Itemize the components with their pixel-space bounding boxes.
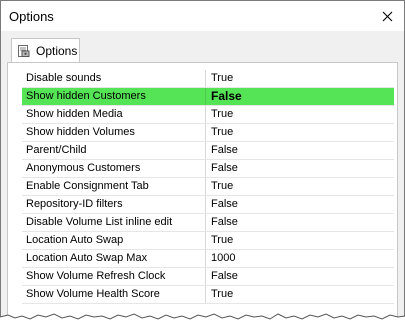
property-name: Show hidden Media [26, 108, 123, 120]
column-divider[interactable] [205, 232, 206, 249]
property-value[interactable]: False [211, 214, 238, 231]
property-value[interactable]: 1000 [211, 250, 235, 267]
column-divider[interactable] [205, 160, 206, 177]
property-value[interactable]: True [211, 70, 233, 87]
property-grid: Disable sounds True Show hidden Customers F… [22, 70, 394, 304]
column-divider[interactable] [205, 196, 206, 213]
property-value[interactable]: False [211, 196, 238, 213]
close-icon [382, 11, 392, 21]
property-name: Show Volume Health Score [26, 288, 160, 300]
property-value[interactable]: True [211, 124, 233, 141]
property-row[interactable]: Disable Volume List inline edit False [22, 214, 394, 232]
column-divider[interactable] [205, 88, 206, 105]
property-name: Repository-ID filters [26, 198, 123, 210]
column-divider[interactable] [205, 268, 206, 285]
property-row[interactable]: Disable sounds True [22, 70, 394, 88]
property-value[interactable]: True [211, 106, 233, 123]
property-row[interactable]: Show hidden Customers False [22, 88, 394, 106]
property-name: Disable sounds [26, 72, 102, 84]
property-name: Enable Consignment Tab [26, 180, 149, 192]
property-row[interactable]: Show Volume Refresh Clock False [22, 268, 394, 286]
dialog-body: Options Disable sounds True Show hidden Cu… [1, 31, 404, 324]
property-row[interactable]: Location Auto Swap Max 1000 [22, 250, 394, 268]
column-divider[interactable] [205, 70, 206, 87]
property-name: Parent/Child [26, 144, 87, 156]
property-row[interactable]: Parent/Child False [22, 142, 394, 160]
property-name: Show hidden Customers [26, 90, 146, 102]
column-divider[interactable] [205, 124, 206, 141]
property-row[interactable]: Enable Consignment Tab True [22, 178, 394, 196]
column-divider[interactable] [205, 142, 206, 159]
property-row[interactable]: Location Auto Swap True [22, 232, 394, 250]
property-name: Location Auto Swap Max [26, 252, 148, 264]
column-divider[interactable] [205, 250, 206, 267]
options-panel: Disable sounds True Show hidden Customers F… [7, 62, 398, 320]
window-title: Options [9, 9, 54, 24]
property-row[interactable]: Show Volume Health Score True [22, 286, 394, 304]
column-divider[interactable] [205, 178, 206, 195]
property-name: Show Volume Refresh Clock [26, 270, 166, 282]
column-divider[interactable] [205, 286, 206, 303]
property-row[interactable]: Show hidden Media True [22, 106, 394, 124]
property-value[interactable]: False [211, 88, 242, 105]
property-value[interactable]: False [211, 268, 238, 285]
torn-edge [0, 313, 405, 325]
column-divider[interactable] [205, 106, 206, 123]
tab-label: Options [36, 43, 78, 58]
tab-options[interactable]: Options [11, 38, 80, 62]
property-name: Location Auto Swap [26, 234, 124, 246]
property-name: Show hidden Volumes [26, 126, 135, 138]
options-page-icon [18, 44, 30, 57]
property-value[interactable]: True [211, 232, 233, 249]
column-divider[interactable] [205, 214, 206, 231]
property-value[interactable]: True [211, 286, 233, 303]
property-value[interactable]: False [211, 160, 238, 177]
close-button[interactable] [370, 1, 404, 31]
property-name: Disable Volume List inline edit [26, 216, 173, 228]
title-bar: Options [1, 1, 404, 31]
property-row[interactable]: Show hidden Volumes True [22, 124, 394, 142]
property-row[interactable]: Anonymous Customers False [22, 160, 394, 178]
property-name: Anonymous Customers [26, 162, 141, 174]
property-value[interactable]: False [211, 142, 238, 159]
property-value[interactable]: True [211, 178, 233, 195]
property-row[interactable]: Repository-ID filters False [22, 196, 394, 214]
options-dialog: Options Options Disable sounds True Show h… [0, 0, 405, 325]
